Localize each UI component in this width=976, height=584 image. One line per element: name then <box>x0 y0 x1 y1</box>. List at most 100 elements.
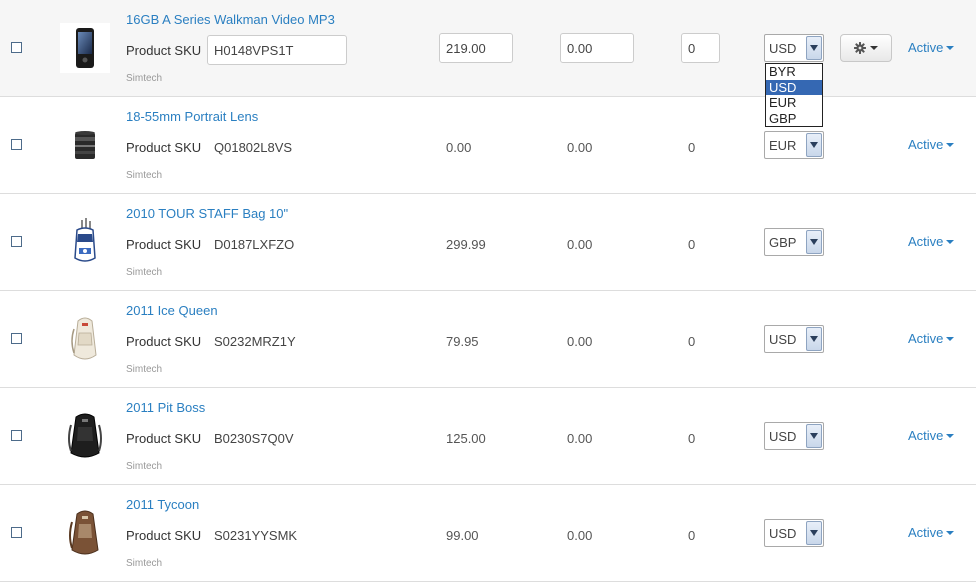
caret-down-icon <box>946 239 955 244</box>
caret-down-icon <box>946 336 955 341</box>
list-price-value: 0.00 <box>567 334 593 349</box>
currency-select[interactable]: USD <box>764 422 824 450</box>
currency-select[interactable]: USD <box>764 325 824 353</box>
product-thumbnail[interactable] <box>60 120 110 170</box>
status-dropdown[interactable]: Active <box>908 234 955 249</box>
chevron-down-icon[interactable] <box>806 521 822 545</box>
status-dropdown[interactable]: Active <box>908 331 955 346</box>
currency-selected-value: USD <box>769 41 797 56</box>
currency-option-gbp[interactable]: GBP <box>766 111 822 127</box>
status-label: Active <box>908 331 944 346</box>
table-row: 2011 Tycoon Product SKU S0231YYSMK Simte… <box>0 485 976 582</box>
list-price-value: 0.00 <box>567 431 593 446</box>
sku-label: Product SKU <box>126 43 202 58</box>
row-actions-button[interactable] <box>840 34 892 62</box>
vendor-name: Simtech <box>126 461 163 472</box>
row-checkbox[interactable] <box>11 42 22 53</box>
table-row: 16GB A Series Walkman Video MP3 Product … <box>0 0 976 97</box>
currency-option-usd[interactable]: USD <box>766 79 822 95</box>
vendor-name: Simtech <box>126 558 163 569</box>
vendor-name: Simtech <box>126 170 163 181</box>
price-value: 99.00 <box>446 528 479 543</box>
quantity-value: 0 <box>688 431 696 446</box>
sku-label: Product SKU <box>126 431 202 446</box>
caret-down-icon <box>946 433 955 438</box>
sku-value: D0187LXFZO <box>214 237 295 252</box>
product-thumbnail[interactable] <box>60 508 110 558</box>
chevron-down-icon[interactable] <box>806 36 822 60</box>
price-value: 299.99 <box>446 237 486 252</box>
quantity-value: 0 <box>688 334 696 349</box>
currency-select[interactable]: GBP <box>764 228 824 256</box>
currency-selected-value: USD <box>769 332 797 347</box>
chevron-down-icon[interactable] <box>806 327 822 351</box>
chevron-down-icon[interactable] <box>806 230 822 254</box>
gear-icon <box>854 42 866 54</box>
table-row: 18-55mm Portrait Lens Product SKU Q01802… <box>0 97 976 194</box>
currency-option-eur[interactable]: EUR <box>766 95 822 111</box>
sku-value: S0231YYSMK <box>214 528 298 543</box>
caret-down-icon <box>946 530 955 535</box>
sku-label: Product SKU <box>126 528 202 543</box>
price-input[interactable] <box>439 33 513 63</box>
status-label: Active <box>908 137 944 152</box>
row-checkbox[interactable] <box>11 236 22 247</box>
product-thumbnail[interactable] <box>60 23 110 73</box>
currency-select[interactable]: EUR <box>764 131 824 159</box>
list-price-value: 0.00 <box>567 140 593 155</box>
quantity-value: 0 <box>688 237 696 252</box>
currency-dropdown-list: BYR USD EUR GBP <box>765 63 823 127</box>
chevron-down-icon[interactable] <box>806 133 822 157</box>
sku-label: Product SKU <box>126 334 202 349</box>
products-table: 16GB A Series Walkman Video MP3 Product … <box>0 0 976 582</box>
list-price-value: 0.00 <box>567 237 593 252</box>
sku-label: Product SKU <box>126 140 202 155</box>
product-thumbnail[interactable] <box>60 314 110 364</box>
product-name-link[interactable]: 2011 Pit Boss <box>126 400 205 415</box>
product-name-link[interactable]: 2011 Tycoon <box>126 497 199 512</box>
status-label: Active <box>908 40 944 55</box>
currency-select[interactable]: USD <box>764 519 824 547</box>
table-row: 2011 Ice Queen Product SKU S0232MRZ1Y Si… <box>0 291 976 388</box>
status-label: Active <box>908 525 944 540</box>
row-checkbox[interactable] <box>11 527 22 538</box>
mp3-player-image <box>76 28 94 68</box>
product-name-link[interactable]: 16GB A Series Walkman Video MP3 <box>126 12 335 27</box>
table-row: 2011 Pit Boss Product SKU B0230S7Q0V Sim… <box>0 388 976 485</box>
status-dropdown[interactable]: Active <box>908 428 955 443</box>
status-dropdown[interactable]: Active <box>908 525 955 540</box>
quantity-input[interactable] <box>681 33 720 63</box>
golf-bag-image <box>74 218 96 262</box>
product-name-link[interactable]: 2010 TOUR STAFF Bag 10" <box>126 206 288 221</box>
vendor-name: Simtech <box>126 267 163 278</box>
vendor-name: Simtech <box>126 364 163 375</box>
row-checkbox[interactable] <box>11 333 22 344</box>
product-name-link[interactable]: 18-55mm Portrait Lens <box>126 109 258 124</box>
price-value: 125.00 <box>446 431 486 446</box>
price-value: 0.00 <box>446 140 472 155</box>
table-row: 2010 TOUR STAFF Bag 10" Product SKU D018… <box>0 194 976 291</box>
list-price-value: 0.00 <box>567 528 593 543</box>
status-dropdown[interactable]: Active <box>908 40 955 55</box>
list-price-input[interactable] <box>560 33 634 63</box>
brown-backpack-image <box>69 510 99 555</box>
product-thumbnail[interactable] <box>60 217 110 267</box>
currency-select[interactable]: USD <box>764 34 824 62</box>
sku-value: S0232MRZ1Y <box>214 334 296 349</box>
product-thumbnail[interactable] <box>60 411 110 461</box>
quantity-value: 0 <box>688 140 696 155</box>
product-name-link[interactable]: 2011 Ice Queen <box>126 303 218 318</box>
price-value: 79.95 <box>446 334 479 349</box>
currency-selected-value: USD <box>769 429 797 444</box>
black-backpack-image <box>68 413 102 458</box>
sku-value: Q01802L8VS <box>214 140 293 155</box>
quantity-value: 0 <box>688 528 696 543</box>
chevron-down-icon[interactable] <box>806 424 822 448</box>
row-checkbox[interactable] <box>11 430 22 441</box>
vendor-name: Simtech <box>126 73 163 84</box>
currency-option-byr[interactable]: BYR <box>766 64 822 80</box>
row-checkbox[interactable] <box>11 139 22 150</box>
sku-input[interactable] <box>207 35 347 65</box>
camera-lens-image <box>75 131 95 159</box>
status-dropdown[interactable]: Active <box>908 137 955 152</box>
